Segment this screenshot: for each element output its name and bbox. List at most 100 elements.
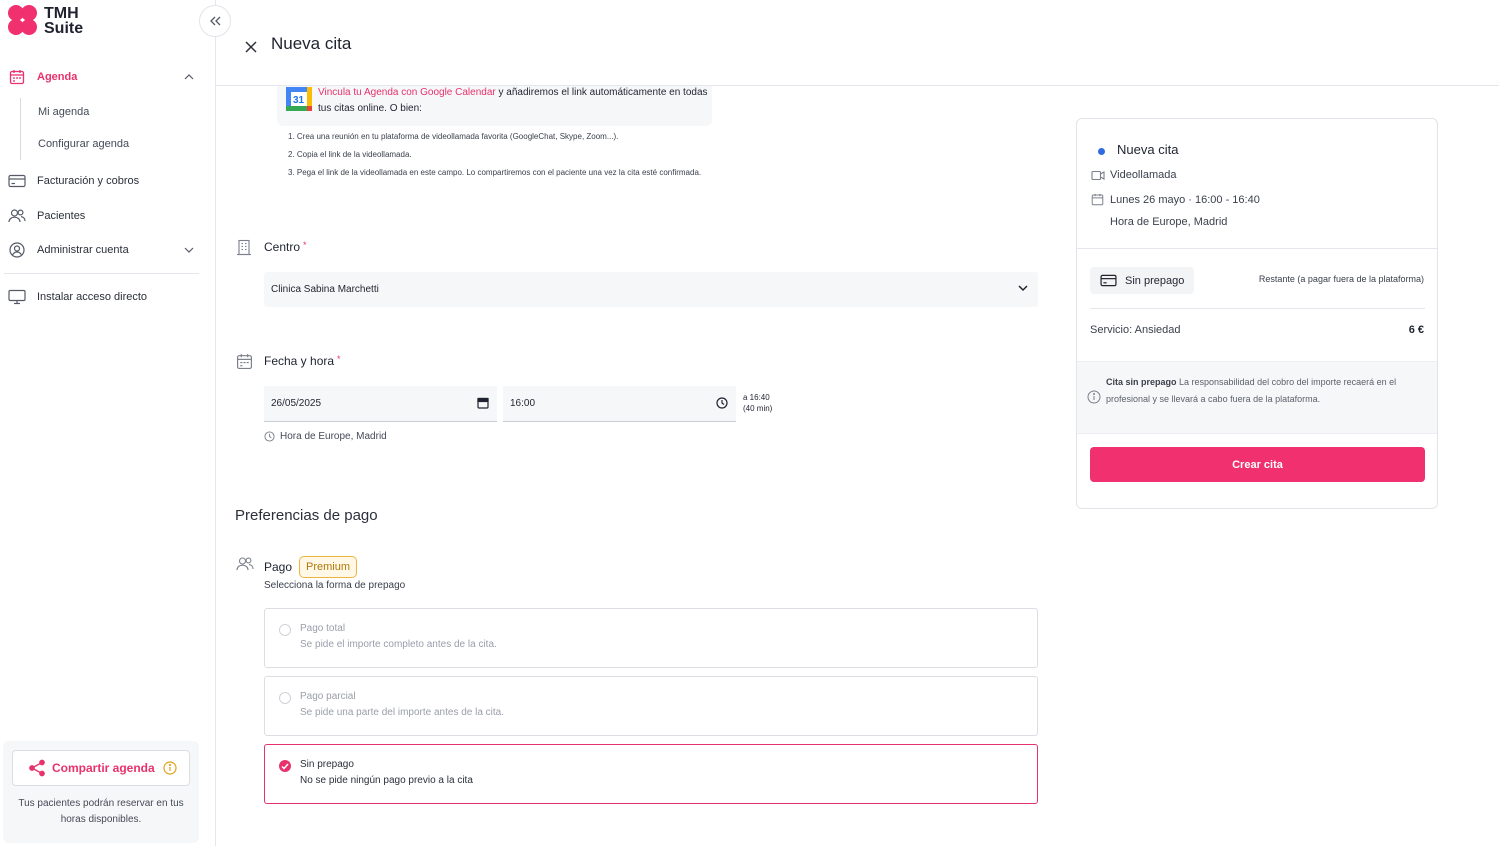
sidebar-item-label: Facturación y cobros (37, 175, 140, 187)
prepay-chip: Sin prepago (1090, 267, 1195, 294)
centro-select[interactable]: Clinica Sabina Marchetti (264, 272, 1038, 307)
option-title: Pago total (300, 623, 346, 634)
summary-timezone: Hora de Europe, Madrid (1110, 216, 1228, 228)
clock-icon[interactable] (716, 397, 728, 409)
users-icon (236, 556, 254, 572)
date-input[interactable]: 26/05/2025 (264, 386, 497, 422)
premium-badge: Premium (299, 556, 358, 578)
payment-option-total[interactable]: Pago total Se pide el importe completo a… (264, 608, 1038, 668)
check-icon (281, 763, 289, 770)
summary-datetime: Lunes 26 mayo · 16:00 - 16:40 (1091, 193, 1260, 206)
step-3: 3. Pega el link de la videollamada en es… (288, 168, 702, 177)
logo-text: TMH Suite (44, 5, 84, 37)
option-desc: Se pide una parte del importe antes de l… (300, 707, 505, 718)
prepay-notice: Cita sin prepago La responsabilidad del … (1077, 361, 1437, 434)
google-calendar-icon: 31 (286, 87, 312, 116)
summary-title: Nueva cita (1117, 142, 1179, 157)
sidebar-item-agenda[interactable]: Agenda (8, 68, 194, 86)
sidebar-item-label: Administrar cuenta (37, 244, 129, 256)
service-price: 6 € (1408, 324, 1424, 336)
chevron-up-icon[interactable] (184, 71, 194, 83)
calendar-picker-icon[interactable] (477, 397, 489, 409)
app-root: TMH Suite Agenda Mi agenda Configurar ag… (0, 0, 1499, 846)
date-value: 26/05/2025 (271, 398, 322, 409)
radio-button[interactable] (279, 692, 291, 704)
sidebar-item-instalar-acceso[interactable]: Instalar acceso directo (8, 288, 194, 306)
share-agenda-button[interactable]: Compartir agenda (12, 750, 190, 786)
share-agenda-label: Compartir agenda (52, 761, 155, 775)
remaining-text: Restante (a pagar fuera de la plataforma… (1258, 274, 1424, 284)
info-icon (1087, 390, 1101, 404)
notice-title: Cita sin prepago (1106, 377, 1177, 387)
logo-mark-icon (8, 5, 42, 37)
fecha-hora-label: Fecha y hora * (264, 354, 341, 368)
centro-value: Clinica Sabina Marchetti (271, 284, 379, 295)
google-calendar-text: Vincula tu Agenda con Google Calendar y … (318, 85, 708, 117)
account-icon (8, 241, 26, 259)
appointment-summary-card: Nueva cita Videollamada Lunes 26 mayo · … (1076, 118, 1438, 509)
option-title: Pago parcial (300, 691, 356, 702)
calendar-icon (1091, 193, 1105, 206)
radio-button[interactable] (279, 624, 291, 636)
sidebar-item-facturacion[interactable]: Facturación y cobros (8, 172, 194, 190)
monitor-icon (8, 288, 26, 306)
brand-logo[interactable]: TMH Suite (8, 5, 83, 37)
clock-icon (264, 431, 275, 442)
chevron-down-icon (1018, 285, 1028, 292)
timezone-text: Hora de Europe, Madrid (264, 431, 387, 442)
share-icon (28, 759, 46, 777)
payment-option-sin-prepago[interactable]: Sin prepago No se pide ningún pago previ… (264, 744, 1038, 804)
calendar-day-label: 31 (293, 95, 305, 106)
step-1: 1. Crea una reunión en tu plataforma de … (288, 132, 619, 141)
option-title: Sin prepago (300, 759, 354, 770)
summary-divider (1077, 248, 1437, 249)
payment-section-title: Preferencias de pago (235, 507, 378, 524)
building-icon (236, 239, 252, 256)
pago-subtitle: Selecciona la forma de prepago (264, 580, 406, 591)
share-agenda-text: Tus pacientes podrán reservar en tus hor… (18, 798, 184, 825)
close-icon[interactable] (244, 40, 260, 56)
page-header: Nueva cita (216, 0, 1499, 86)
sidebar-item-administrar-cuenta[interactable]: Administrar cuenta (8, 241, 194, 259)
google-calendar-link[interactable]: Vincula tu Agenda con Google Calendar (318, 87, 496, 98)
centro-label: Centro * (264, 240, 307, 254)
time-input[interactable]: 16:00 (503, 386, 736, 422)
summary-mode: Videollamada (1091, 169, 1176, 181)
sidebar-item-label: Agenda (37, 71, 78, 83)
create-appointment-button[interactable]: Crear cita (1090, 447, 1425, 482)
end-time-text: a 16:40 (40 min) (743, 393, 773, 413)
users-icon (8, 207, 26, 225)
video-icon (1091, 170, 1105, 181)
step-2: 2. Copia el link de la videollamada. (288, 150, 412, 159)
videocall-steps: 1. Crea una reunión en tu plataforma de … (288, 132, 718, 186)
sidebar-subitem-mi-agenda[interactable]: Mi agenda (38, 106, 89, 118)
status-dot (1098, 148, 1105, 155)
share-agenda-panel: Compartir agenda Tus pacientes podrán re… (3, 741, 199, 843)
option-desc: Se pide el importe completo antes de la … (300, 639, 497, 650)
chevron-down-icon[interactable] (184, 244, 194, 256)
card-icon (1100, 274, 1117, 287)
info-icon[interactable] (163, 761, 177, 775)
sidebar-item-label: Instalar acceso directo (37, 291, 148, 303)
sidebar-item-pacientes[interactable]: Pacientes (8, 207, 194, 225)
calendar-icon (236, 353, 253, 370)
sidebar-divider (4, 273, 199, 274)
option-desc: No se pide ningún pago previo a la cita (300, 775, 473, 786)
service-label: Servicio: Ansiedad (1090, 324, 1181, 336)
sidebar: TMH Suite Agenda Mi agenda Configurar ag… (0, 0, 216, 846)
required-mark: * (303, 240, 307, 250)
calendar-icon (8, 68, 26, 86)
page-title: Nueva cita (271, 34, 352, 53)
radio-button-checked[interactable] (279, 760, 291, 772)
double-chevron-left-icon (209, 16, 221, 26)
card-icon (8, 172, 26, 190)
sidebar-item-label: Pacientes (37, 210, 86, 222)
time-value: 16:00 (510, 398, 536, 409)
pago-label: Pago (264, 560, 293, 574)
sub-nav-line (20, 98, 21, 160)
required-mark: * (337, 354, 341, 364)
payment-option-parcial[interactable]: Pago parcial Se pide una parte del impor… (264, 676, 1038, 736)
sidebar-subitem-configurar-agenda[interactable]: Configurar agenda (38, 138, 129, 150)
pago-header: Pago Premium (264, 556, 358, 578)
collapse-sidebar-button[interactable] (199, 5, 231, 37)
